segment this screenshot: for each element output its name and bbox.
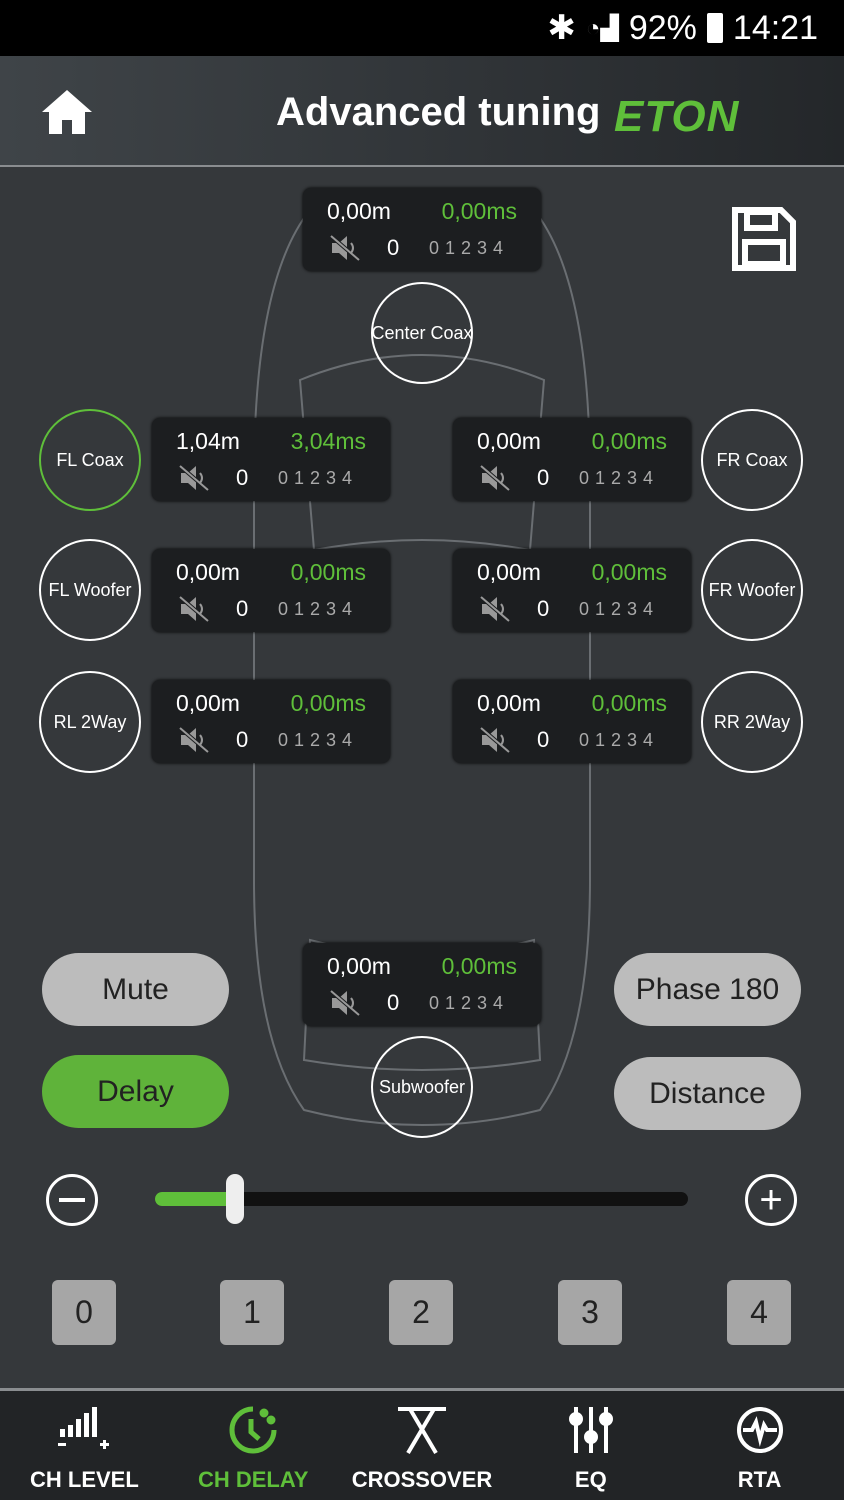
channel-button-fr-coax[interactable]: FR Coax (701, 409, 803, 511)
nav-crossover[interactable]: CROSSOVER (338, 1391, 507, 1500)
phase-value: 0 (236, 727, 249, 752)
channel-panel-rl-2way: 0,00m 0,00ms 0 01234 (152, 680, 390, 763)
signal-level-icon (56, 1405, 112, 1461)
home-icon[interactable] (40, 88, 94, 136)
step-scale: 01234 (429, 238, 510, 258)
nav-eq[interactable]: EQ (506, 1391, 675, 1500)
clock-delay-icon (228, 1405, 278, 1461)
phase-value: 0 (537, 596, 550, 621)
channel-panel-fr-coax: 0,00m 0,00ms 0 01234 (453, 418, 691, 501)
channel-button-fl-coax[interactable]: FL Coax (39, 409, 141, 511)
channel-panel-rr-2way: 0,00m 0,00ms 0 01234 (453, 680, 691, 763)
increase-button[interactable]: + (745, 1174, 797, 1226)
battery-icon (706, 13, 723, 43)
phase-value: 0 (537, 465, 550, 490)
step-scale: 01234 (579, 599, 660, 619)
phase-value: 0 (236, 596, 249, 621)
eton-logo: ETON (614, 92, 740, 141)
nav-rta[interactable]: RTA (675, 1391, 844, 1500)
speaker-muted-icon[interactable] (479, 464, 511, 492)
distance-value: 0,00m (327, 198, 391, 224)
nav-label: EQ (574, 1467, 607, 1492)
channel-panel-fl-woofer: 0,00m 0,00ms 0 01234 (152, 549, 390, 632)
delay-value: 0,00ms (441, 953, 517, 979)
nav-label: CH LEVEL (30, 1467, 139, 1492)
bottom-navigation: CH LEVEL CH DELAY CROSSOVER EQ RTA (0, 1388, 844, 1500)
speaker-muted-icon[interactable] (479, 595, 511, 623)
distance-value: 0,00m (477, 428, 541, 454)
waveform-icon (735, 1405, 785, 1461)
distance-value: 0,00m (176, 559, 240, 585)
distance-value: 0,00m (477, 559, 541, 585)
channel-button-rl-2way[interactable]: RL 2Way (39, 671, 141, 773)
speaker-muted-icon[interactable] (329, 234, 361, 262)
step-button-4[interactable]: 4 (727, 1280, 791, 1345)
delay-slider[interactable] (155, 1174, 688, 1224)
battery-percent: 92% (628, 8, 697, 47)
clock: 14:21 (732, 8, 818, 47)
delay-value: 0,00ms (290, 559, 366, 585)
wifi-icon: ◔▟ (585, 14, 619, 42)
step-scale: 01234 (579, 468, 660, 488)
step-button-0[interactable]: 0 (52, 1280, 116, 1345)
nav-label: RTA (737, 1467, 782, 1492)
phase-value: 0 (537, 727, 550, 752)
phase-180-button[interactable]: Phase 180 (614, 953, 801, 1026)
delay-value: 0,00ms (441, 198, 517, 224)
delay-value: 0,00ms (591, 690, 667, 716)
distance-value: 0,00m (327, 953, 391, 979)
delay-value: 0,00ms (591, 559, 667, 585)
channel-panel-center-coax: 0,00m 0,00ms 0 01234 (303, 188, 541, 271)
phase-value: 0 (387, 235, 400, 260)
distance-value: 1,04m (176, 428, 240, 454)
delay-button[interactable]: Delay (42, 1055, 229, 1128)
speaker-muted-icon[interactable] (178, 726, 210, 754)
status-bar: ✱ ◔▟ 92% 14:21 (0, 0, 844, 56)
speaker-muted-icon[interactable] (479, 726, 511, 754)
phase-value: 0 (236, 465, 249, 490)
speaker-muted-icon[interactable] (329, 989, 361, 1017)
save-icon[interactable] (731, 206, 797, 272)
distance-value: 0,00m (176, 690, 240, 716)
equalizer-sliders-icon (566, 1405, 616, 1461)
delay-value: 0,00ms (591, 428, 667, 454)
step-scale: 01234 (278, 468, 359, 488)
minus-icon (59, 1198, 85, 1202)
app-header: Advanced tuning ETON (0, 56, 844, 167)
channel-button-subwoofer[interactable]: Subwoofer (371, 1036, 473, 1138)
distance-value: 0,00m (477, 690, 541, 716)
bluetooth-icon: ✱ (547, 9, 576, 47)
slider-thumb[interactable] (225, 1174, 244, 1224)
speaker-muted-icon[interactable] (178, 595, 210, 623)
channel-button-center-coax[interactable]: Center Coax (371, 282, 473, 384)
step-button-2[interactable]: 2 (389, 1280, 453, 1345)
step-scale: 01234 (429, 993, 510, 1013)
slider-fill (155, 1192, 235, 1206)
speaker-muted-icon[interactable] (178, 464, 210, 492)
channel-panel-fr-woofer: 0,00m 0,00ms 0 01234 (453, 549, 691, 632)
channel-button-rr-2way[interactable]: RR 2Way (701, 671, 803, 773)
step-scale: 01234 (278, 730, 359, 750)
crossover-icon (394, 1405, 450, 1461)
distance-button[interactable]: Distance (614, 1057, 801, 1130)
step-button-1[interactable]: 1 (220, 1280, 284, 1345)
page-title: Advanced tuning (276, 90, 601, 134)
channel-panel-subwoofer: 0,00m 0,00ms 0 01234 (303, 943, 541, 1026)
decrease-button[interactable] (46, 1174, 98, 1226)
delay-value: 0,00ms (290, 690, 366, 716)
plus-icon: + (759, 1178, 783, 1222)
nav-label: CH DELAY (197, 1467, 309, 1492)
channel-button-fl-woofer[interactable]: FL Woofer (39, 539, 141, 641)
step-scale: 01234 (278, 599, 359, 619)
step-scale: 01234 (579, 730, 660, 750)
delay-value: 3,04ms (290, 428, 366, 454)
nav-ch-delay[interactable]: CH DELAY (169, 1391, 338, 1500)
channel-panel-fl-coax: 1,04m 3,04ms 0 01234 (152, 418, 390, 501)
channel-button-fr-woofer[interactable]: FR Woofer (701, 539, 803, 641)
nav-ch-level[interactable]: CH LEVEL (0, 1391, 169, 1500)
nav-label: CROSSOVER (351, 1467, 493, 1492)
phase-value: 0 (387, 990, 400, 1015)
step-button-3[interactable]: 3 (558, 1280, 622, 1345)
mute-button[interactable]: Mute (42, 953, 229, 1026)
